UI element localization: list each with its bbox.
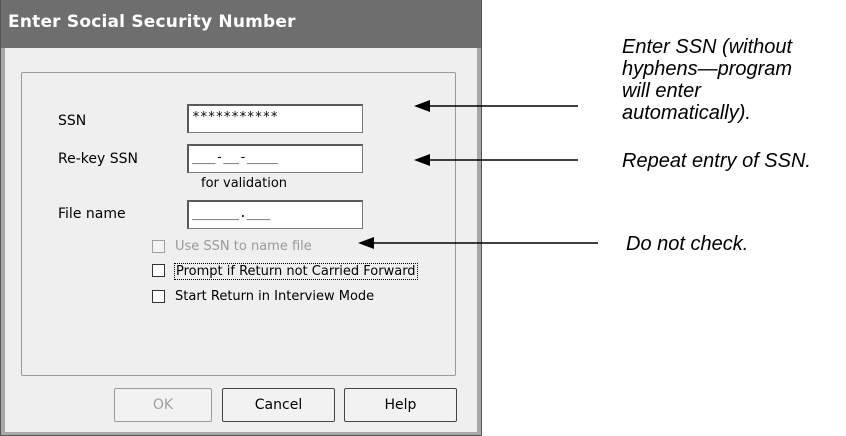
ssn-annotation-line: hyphens—program [622, 58, 793, 80]
rekey-arrow-head [414, 154, 430, 166]
ssn-annotation-line: will enter [622, 80, 701, 102]
checkbox-arrow-head [358, 237, 374, 249]
rekey-annotation: Repeat entry of SSN. [622, 150, 811, 172]
ssn-annotation-line: automatically). [622, 102, 751, 124]
ssn-arrow-head [414, 100, 430, 112]
ssn-annotation-line: Enter SSN (without [622, 36, 793, 58]
ssn-annotation: Enter SSN (without hyphens—program will … [622, 36, 792, 124]
checkbox-annotation: Do not check. [626, 233, 749, 255]
